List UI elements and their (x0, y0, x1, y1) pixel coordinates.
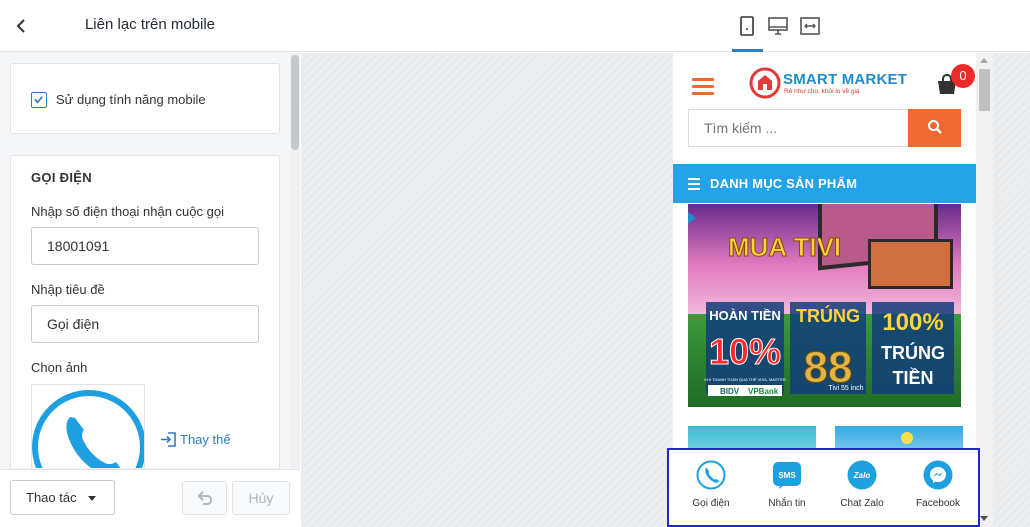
store-search-button[interactable] (908, 109, 961, 147)
call-section-title: GỌI ĐIỆN (31, 170, 92, 185)
checkmark-icon (34, 96, 43, 104)
contact-facebook-button[interactable]: Facebook (903, 458, 973, 518)
actions-dropdown-button[interactable]: Thao tác (10, 480, 115, 515)
desktop-view-button[interactable] (766, 14, 790, 38)
contact-sms-button[interactable]: SMS Nhắn tin (752, 458, 822, 518)
contact-call-button[interactable]: Gọi điện (676, 458, 746, 518)
call-settings-card: GỌI ĐIỆN Nhập số điện thoại nhận cuộc gọ… (10, 155, 280, 468)
store-tagline: Rẻ như cho, khỏi lo về giá (784, 88, 860, 95)
replace-image-link[interactable]: Thay thế (160, 432, 231, 450)
store-menu-icon[interactable] (692, 78, 714, 96)
fit-width-button[interactable] (798, 14, 822, 38)
scroll-up-icon[interactable] (980, 58, 988, 63)
contact-facebook-label: Facebook (916, 498, 960, 509)
zalo-badge: Zalo (853, 471, 871, 480)
offer-3-title: TRÚNG (881, 342, 945, 363)
product-category-bar[interactable]: DANH MỤC SẢN PHẨM (673, 164, 976, 203)
expand-width-icon (800, 17, 820, 35)
sms-badge: SMS (778, 471, 796, 480)
cart-count-badge: 0 (951, 64, 975, 88)
messenger-icon (923, 460, 953, 490)
banner-fineprint: KHI THANH TOÁN QUA THẺ VISA, MASTER (704, 377, 785, 382)
scroll-down-icon[interactable] (980, 516, 988, 521)
sign-in-icon (160, 432, 176, 450)
choose-image-label: Chọn ảnh (31, 360, 88, 375)
mobile-feature-checkbox[interactable] (31, 92, 47, 108)
preview-scrollbar-thumb[interactable] (979, 69, 990, 111)
store-search (688, 109, 961, 147)
promo-banner[interactable]: MUA TIVI HOÀN TIỀN 10% TRÚNG 88 Tivi 55 … (688, 204, 961, 407)
undo-button[interactable] (182, 481, 227, 515)
list-icon (688, 178, 700, 193)
store-logo-icon (749, 67, 781, 99)
search-icon (927, 119, 942, 134)
replace-image-label: Thay thế (180, 432, 231, 447)
caret-down-icon (88, 496, 96, 501)
panel-scroll-area: Sử dụng tính năng mobile GỌI ĐIỆN Nhập s… (0, 53, 300, 468)
phone-icon (696, 460, 726, 490)
offer-1-title: HOÀN TIỀN (709, 308, 781, 323)
store-search-input[interactable] (688, 109, 908, 147)
panel-title: Liên lạc trên mobile (84, 16, 216, 33)
banner-headline: MUA TIVI (728, 232, 841, 262)
contact-call-label: Gọi điện (692, 498, 730, 509)
panel-footer: Thao tác Hủy (0, 469, 300, 527)
panel-scrollbar-thumb[interactable] (291, 55, 299, 150)
offer-2-title: TRÚNG (796, 305, 860, 326)
active-device-indicator (732, 49, 763, 52)
device-switcher (301, 0, 1030, 52)
contact-zalo-label: Chat Zalo (840, 498, 884, 509)
store-logo[interactable]: SMART MARKET Rẻ như cho, khỏi lo về giá (749, 67, 907, 101)
zalo-icon: Zalo (847, 460, 877, 490)
bank-2-logo: VPBank (748, 387, 779, 396)
promo-banner-graphic: MUA TIVI HOÀN TIỀN 10% TRÚNG 88 Tivi 55 … (688, 204, 961, 407)
bank-1-logo: BIDV (720, 387, 740, 396)
offer-3-value: 100% (882, 309, 943, 336)
call-image-preview[interactable] (31, 384, 145, 468)
call-title-input[interactable] (31, 305, 259, 343)
category-label: DANH MỤC SẢN PHẨM (710, 176, 858, 191)
panel-scrollbar[interactable] (290, 53, 300, 468)
offer-1-value: 10% (709, 331, 781, 372)
phone-number-label: Nhập số điện thoại nhận cuộc gọi (31, 204, 224, 219)
phone-number-input[interactable] (31, 227, 259, 265)
offer-2-note: Tivi 55 inch (828, 385, 863, 392)
mobile-icon (740, 16, 754, 36)
panel-header: Liên lạc trên mobile (0, 0, 300, 52)
desktop-icon (768, 17, 788, 35)
phone-icon (32, 390, 144, 468)
actions-label: Thao tác (26, 490, 77, 505)
contact-zalo-button[interactable]: Zalo Chat Zalo (827, 458, 897, 518)
cancel-button[interactable]: Hủy (232, 481, 290, 515)
contact-sms-label: Nhắn tin (768, 498, 806, 509)
undo-icon (197, 490, 212, 505)
offer-3-sub: TIỀN (892, 367, 933, 388)
call-title-label: Nhập tiêu đề (31, 282, 105, 297)
store-name: SMART MARKET (783, 71, 908, 88)
feature-toggle-card: Sử dụng tính năng mobile (10, 63, 280, 134)
settings-panel: Liên lạc trên mobile Sử dụng tính năng m… (0, 0, 300, 527)
sms-icon: SMS (772, 460, 802, 490)
mobile-view-button[interactable] (735, 14, 759, 38)
mobile-contact-bar: Gọi điện SMS Nhắn tin Zalo Chat Zalo Fac… (667, 448, 980, 527)
mobile-feature-label[interactable]: Sử dụng tính năng mobile (56, 92, 206, 107)
